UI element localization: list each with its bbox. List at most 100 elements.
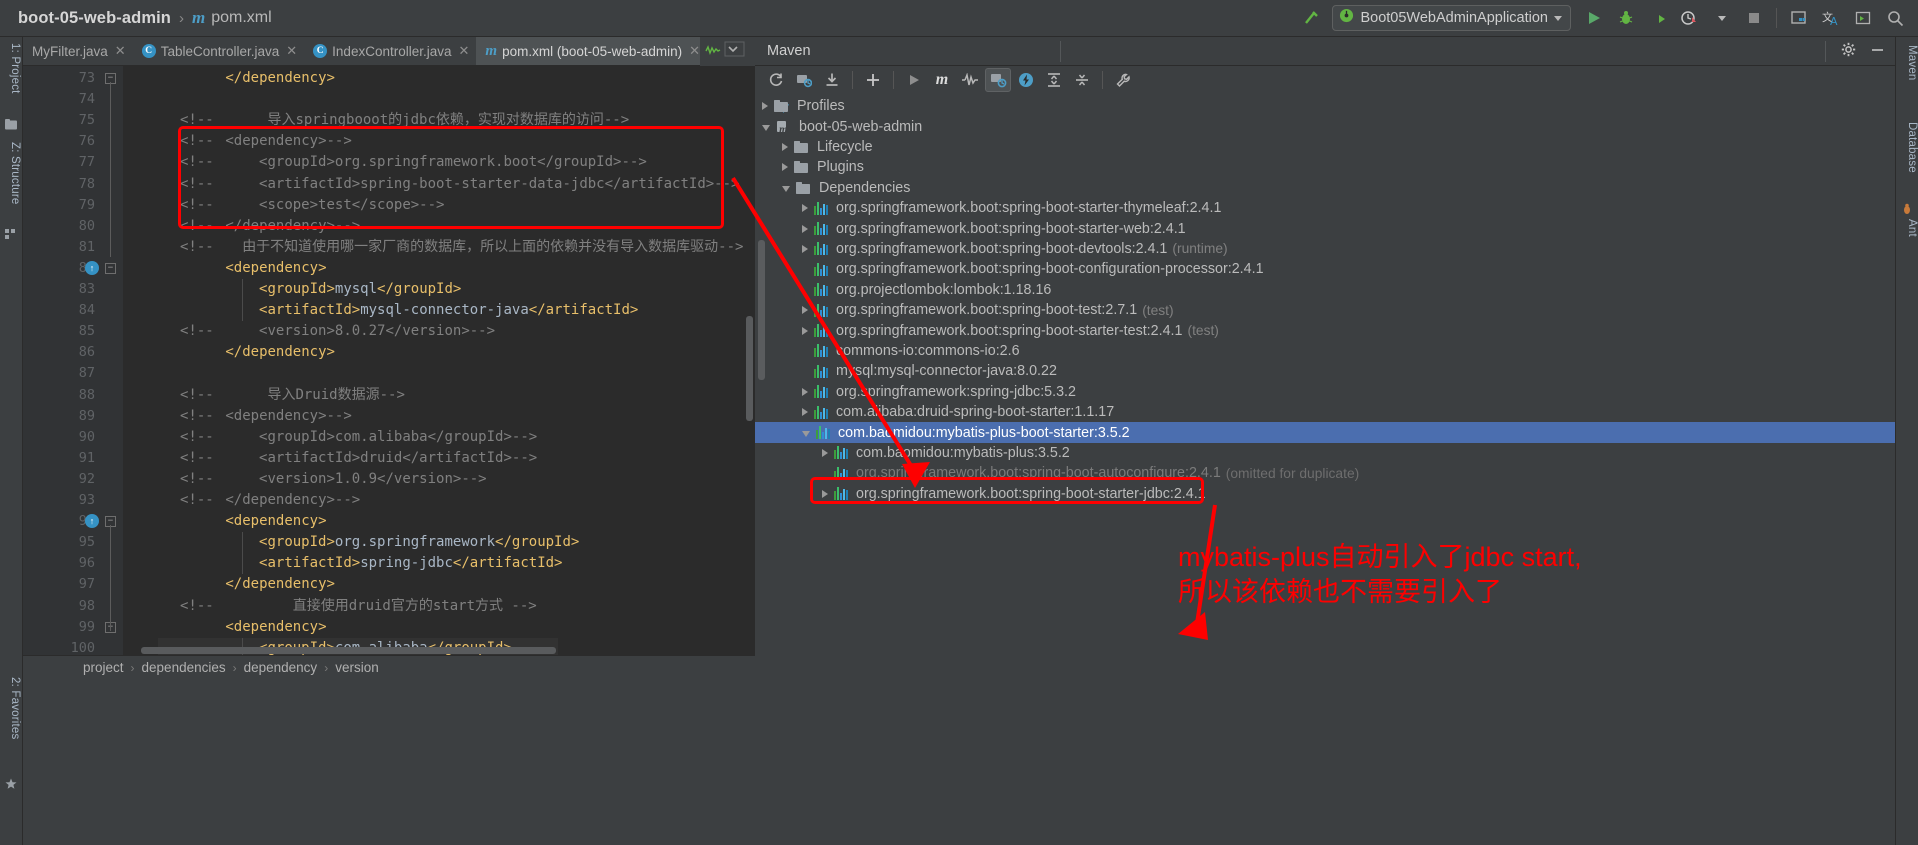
tree-row[interactable]: Profiles — [755, 96, 1895, 116]
close-icon[interactable]: ✕ — [689, 43, 700, 59]
tree-item-label: commons-io:commons-io:2.6 — [836, 342, 1020, 359]
minimize-icon[interactable] — [1870, 42, 1885, 61]
editor-tab-indexcontroller[interactable]: C IndexController.java ✕ — [304, 37, 476, 65]
chevron-right-icon[interactable] — [802, 224, 808, 233]
download-sources-button[interactable] — [819, 68, 845, 92]
tree-row[interactable]: org.springframework:spring-jdbc:5.3.2 — [755, 382, 1895, 402]
hammer-icon[interactable] — [1296, 4, 1326, 32]
add-maven-project-button[interactable] — [860, 68, 886, 92]
run-configuration-selector[interactable]: Boot05WebAdminApplication — [1332, 5, 1571, 31]
sidebar-item-database[interactable]: Database — [1899, 122, 1918, 173]
sidebar-item-favorites[interactable]: 2: Favorites — [2, 677, 21, 739]
chevron-right-icon[interactable] — [802, 306, 808, 315]
editor-tab-tablecontroller[interactable]: C TableController.java ✕ — [133, 37, 304, 65]
tree-row[interactable]: org.springframework.boot:spring-boot-aut… — [755, 463, 1895, 483]
editor-vertical-scrollbar[interactable] — [746, 316, 753, 421]
tree-row[interactable]: commons-io:commons-io:2.6 — [755, 341, 1895, 361]
chevron-down-icon[interactable] — [1707, 4, 1737, 32]
run-with-coverage-button[interactable] — [1643, 4, 1673, 32]
search-icon[interactable] — [1880, 4, 1910, 32]
tree-row[interactable]: org.projectlombok:lombok:1.18.16 — [755, 280, 1895, 300]
tree-row[interactable]: Plugins — [755, 157, 1895, 177]
tree-row[interactable]: org.springframework.boot:spring-boot-tes… — [755, 300, 1895, 320]
editor-horizontal-scrollbar[interactable] — [141, 647, 556, 654]
tree-row-selected[interactable]: com.baomidou:mybatis-plus-boot-starter:3… — [755, 422, 1895, 443]
tree-item-label: boot-05-web-admin — [799, 118, 923, 135]
debug-button[interactable] — [1611, 4, 1641, 32]
chevron-right-icon[interactable] — [782, 163, 788, 172]
close-icon[interactable]: ✕ — [286, 43, 297, 59]
skip-tests-button[interactable] — [957, 68, 983, 92]
reload-all-maven-projects-button[interactable] — [763, 68, 789, 92]
chevron-right-icon[interactable] — [822, 448, 828, 457]
editor-tab-myfilter[interactable]: MyFilter.java ✕ — [23, 37, 133, 65]
tree-row[interactable]: org.springframework.boot:spring-boot-sta… — [755, 320, 1895, 340]
tree-row[interactable]: org.springframework.boot:spring-boot-sta… — [755, 218, 1895, 238]
maven-tree-vertical-scrollbar[interactable] — [758, 240, 765, 380]
code-line: 75 <!-- 导入springbooot的jdbc依赖，实现对数据库的访问--> — [23, 110, 755, 131]
maven-settings-wrench-button[interactable] — [1110, 68, 1136, 92]
breadcrumb-project[interactable]: boot-05-web-admin — [18, 9, 171, 28]
tree-row[interactable]: org.springframework.boot:spring-boot-sta… — [755, 484, 1895, 504]
sidebar-item-project[interactable]: 1: Project — [2, 43, 21, 94]
spring-gutter-icon[interactable]: ↑ — [85, 514, 99, 529]
close-icon[interactable]: ✕ — [459, 43, 470, 59]
spring-gutter-icon[interactable]: ↑ — [85, 260, 99, 275]
breadcrumb-item-version[interactable]: version — [335, 660, 379, 675]
chevron-right-icon[interactable] — [802, 326, 808, 335]
project-structure-icon[interactable] — [1784, 4, 1814, 32]
terminal-icon[interactable] — [1848, 4, 1878, 32]
chevron-down-icon[interactable] — [762, 124, 770, 131]
show-dependencies-lightning-button[interactable] — [1013, 68, 1039, 92]
editor-tab-pomxml[interactable]: m pom.xml (boot-05-web-admin) ✕ — [476, 37, 708, 65]
chevron-down-icon[interactable] — [802, 430, 810, 437]
chevron-down-icon[interactable] — [724, 41, 746, 62]
jar-icon — [814, 283, 828, 297]
sidebar-item-structure[interactable]: Z: Structure — [2, 142, 21, 204]
expand-all-button[interactable] — [1041, 68, 1067, 92]
tree-row[interactable]: org.springframework.boot:spring-boot-dev… — [755, 239, 1895, 259]
breadcrumb-item-dependency[interactable]: dependency — [244, 660, 318, 675]
chevron-down-icon[interactable] — [782, 185, 790, 192]
execute-maven-goal-button[interactable]: m — [929, 68, 955, 92]
chevron-right-icon[interactable] — [782, 142, 788, 151]
line-number: 99 — [78, 618, 95, 635]
chevron-right-icon[interactable] — [822, 489, 828, 498]
maven-dependency-tree[interactable]: Profiles m boot-05-web-admin Lifecycle Plugi… — [755, 94, 1895, 845]
close-icon[interactable]: ✕ — [115, 43, 126, 59]
tree-row[interactable]: com.alibaba:druid-spring-boot-starter:1.… — [755, 402, 1895, 422]
editor-code-area[interactable]: 73 </dependency> 74 75 <!-- 导入springbooot的jdb… — [23, 66, 755, 655]
tree-row[interactable]: org.springframework.boot:spring-boot-con… — [755, 259, 1895, 279]
tree-row[interactable]: Dependencies — [755, 178, 1895, 198]
sidebar-item-maven[interactable]: Maven — [1899, 45, 1918, 81]
settings-gear-icon[interactable] — [1841, 42, 1856, 61]
translate-icon[interactable]: 文A — [1816, 4, 1846, 32]
code-line: 91 <!-- <artifactId>druid</artifactId>--> — [23, 448, 755, 469]
code-fold-icon[interactable]: − — [105, 262, 116, 274]
generate-sources-button[interactable] — [791, 68, 817, 92]
tree-row[interactable]: mysql:mysql-connector-java:8.0.22 — [755, 361, 1895, 381]
breadcrumb-item-project[interactable]: project — [83, 660, 124, 675]
chevron-right-icon[interactable] — [762, 102, 768, 111]
run-maven-build-button[interactable] — [901, 68, 927, 92]
inspection-status-icon[interactable] — [705, 44, 721, 59]
chevron-right-icon[interactable] — [802, 387, 808, 396]
breadcrumb-item-dependencies[interactable]: dependencies — [142, 660, 226, 675]
toggle-offline-mode-button[interactable] — [985, 68, 1011, 92]
comment-marker: <!-- — [180, 133, 214, 150]
chevron-right-icon[interactable] — [802, 244, 808, 253]
tree-row[interactable]: Lifecycle — [755, 137, 1895, 157]
sidebar-item-ant[interactable]: Ant — [1899, 219, 1918, 237]
code-editor[interactable]: 73 </dependency> 74 75 <!-- 导入springbooot的jdb… — [23, 66, 755, 655]
tree-row[interactable]: org.springframework.boot:spring-boot-sta… — [755, 198, 1895, 218]
chevron-right-icon[interactable] — [802, 204, 808, 213]
profiler-button[interactable] — [1675, 4, 1705, 32]
tree-row[interactable]: m boot-05-web-admin — [755, 116, 1895, 136]
stop-button[interactable] — [1739, 4, 1769, 32]
run-button[interactable] — [1579, 4, 1609, 32]
collapse-all-button[interactable] — [1069, 68, 1095, 92]
chevron-down-icon[interactable] — [1554, 15, 1562, 21]
breadcrumb-file[interactable]: pom.xml — [211, 9, 271, 27]
chevron-right-icon[interactable] — [802, 408, 808, 417]
tree-row[interactable]: com.baomidou:mybatis-plus:3.5.2 — [755, 443, 1895, 463]
